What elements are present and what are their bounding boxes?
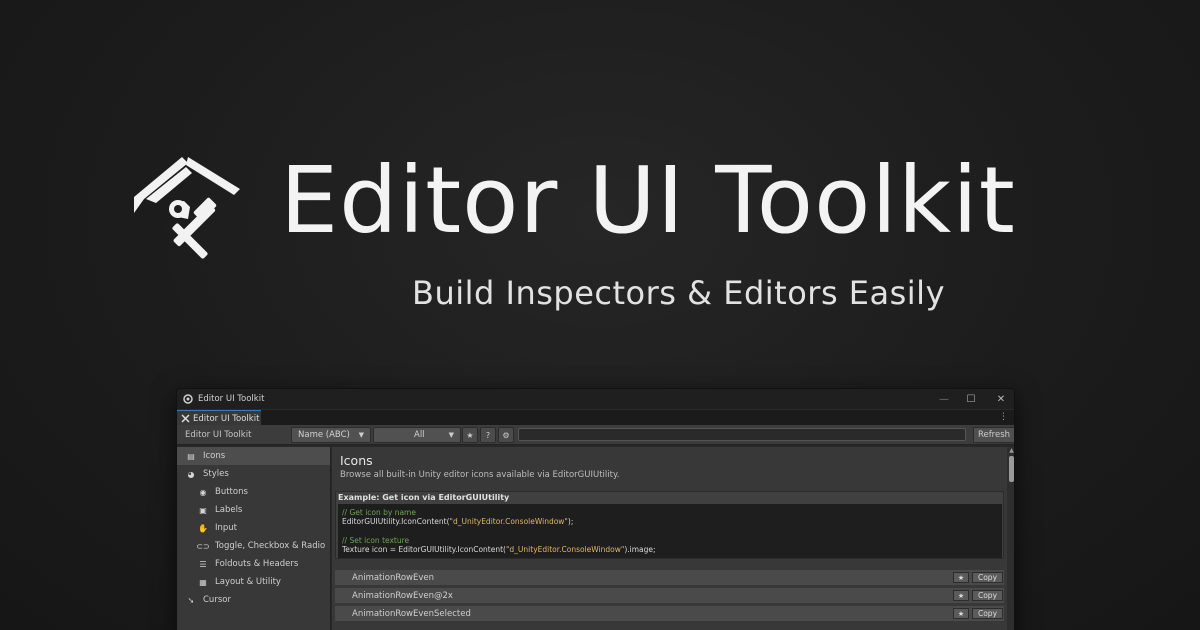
text-icon: ▣ (199, 505, 207, 515)
hero-title: Editor UI Toolkit (280, 147, 1016, 254)
window-title: Editor UI Toolkit (198, 394, 265, 404)
help-button[interactable]: ? (480, 427, 496, 443)
favorite-button[interactable]: ★ (953, 590, 969, 601)
code-text: ).image; (624, 545, 656, 555)
sidebar-item-styles[interactable]: ◕ Styles (177, 465, 330, 483)
sidebar-item-icons[interactable]: ▤ Icons (177, 447, 330, 465)
favorite-button[interactable]: ★ (953, 608, 969, 619)
favorites-button[interactable]: ★ (462, 427, 478, 443)
radio-icon: ◉ (199, 487, 207, 497)
window-titlebar: Editor UI Toolkit — ☐ ✕ (177, 389, 1014, 409)
icon-name: AnimationRowEven@2x (352, 590, 453, 601)
code-comment: // Set icon texture (342, 535, 410, 545)
code-line: EditorGUIUtility.IconContent("d_UnityEdi… (342, 517, 998, 526)
star-icon: ★ (466, 430, 474, 440)
toolkit-logo-icon (134, 157, 240, 259)
window-menu-icon[interactable]: ⋮ (999, 412, 1008, 422)
sidebar-item-layout[interactable]: ▦ Layout & Utility (177, 573, 330, 591)
icon-list-row[interactable]: AnimationRowEven@2x ★ Copy (335, 588, 1004, 603)
scroll-up-icon[interactable]: ▲ (1007, 447, 1014, 455)
scrollbar-thumb[interactable] (1009, 456, 1014, 482)
toolbar: Editor UI Toolkit Name (ABC) ▼ All ▼ ★ ?… (177, 425, 1014, 445)
icon-list-row[interactable]: AnimationRowEven ★ Copy (335, 570, 1004, 585)
sidebar-item-label: Layout & Utility (215, 577, 281, 587)
tab-bar: Editor UI Toolkit ⋮ (177, 409, 1014, 426)
code-text: Texture icon = EditorGUIUtility.IconCont… (342, 545, 506, 555)
example-heading: Example: Get icon via EditorGUIUtility (338, 493, 510, 502)
hero-subtitle: Build Inspectors & Editors Easily (412, 274, 945, 312)
code-comment: // Get icon by name (342, 508, 416, 517)
hand-icon: ✋ (198, 523, 208, 533)
copy-button[interactable]: Copy (972, 608, 1003, 619)
maximize-button[interactable]: ☐ (956, 389, 986, 409)
chevron-down-icon: ▼ (448, 431, 454, 439)
filter-dropdown[interactable]: All ▼ (373, 427, 461, 443)
editor-window: Editor UI Toolkit — ☐ ✕ Editor UI Toolki… (176, 388, 1015, 630)
copy-button[interactable]: Copy (972, 572, 1003, 583)
grid-icon: ▦ (199, 577, 207, 587)
sidebar-item-cursor[interactable]: ➘ Cursor (177, 591, 330, 609)
sidebar-item-label: Toggle, Checkbox & Radio (215, 541, 326, 551)
main-panel: Icons Browse all built-in Unity editor i… (332, 447, 1014, 630)
palette-icon: ◕ (187, 469, 195, 479)
search-input[interactable] (518, 428, 966, 441)
code-text: ); (567, 517, 574, 527)
sidebar-item-label: Cursor (203, 595, 231, 605)
sidebar-item-label: Styles (203, 469, 229, 479)
list-icon: ☰ (199, 559, 207, 569)
chevron-down-icon: ▼ (358, 431, 364, 439)
close-button[interactable]: ✕ (986, 389, 1014, 409)
sidebar-item-label: Icons (203, 451, 226, 461)
page-description: Browse all built-in Unity editor icons a… (340, 470, 620, 480)
code-text: EditorGUIUtility.IconContent( (342, 517, 450, 527)
icon-name: AnimationRowEvenSelected (352, 608, 471, 619)
filter-dropdown-value: All (414, 430, 425, 440)
tab-label: Editor UI Toolkit (193, 413, 260, 424)
tab-editor-ui-toolkit[interactable]: Editor UI Toolkit (177, 410, 261, 426)
sort-dropdown[interactable]: Name (ABC) ▼ (291, 427, 371, 443)
sidebar: ▤ Icons ◕ Styles ◉ Buttons ▣ Labels ✋ In… (177, 447, 331, 630)
help-icon: ? (485, 430, 491, 440)
toolbar-label: Editor UI Toolkit (185, 430, 252, 440)
sidebar-item-label: Buttons (215, 487, 248, 497)
code-line: Texture icon = EditorGUIUtility.IconCont… (342, 545, 998, 554)
toggle-icon: ⊂⊃ (196, 541, 210, 551)
sidebar-item-labels[interactable]: ▣ Labels (177, 501, 330, 519)
code-string: "d_UnityEditor.ConsoleWindow" (449, 517, 568, 527)
unity-app-icon (183, 394, 193, 404)
example-box: Example: Get icon via EditorGUIUtility /… (335, 491, 1004, 559)
icon-name: AnimationRowEven (352, 572, 435, 583)
icon-list-row[interactable]: AnimationRowEvenSelected ★ Copy (335, 606, 1004, 621)
cursor-icon: ➘ (187, 595, 195, 605)
refresh-button[interactable]: Refresh (973, 427, 1014, 443)
image-icon: ▤ (187, 451, 195, 461)
sidebar-item-foldouts[interactable]: ☰ Foldouts & Headers (177, 555, 330, 573)
tools-icon (181, 414, 190, 423)
minimize-button[interactable]: — (929, 389, 959, 409)
vertical-scrollbar[interactable]: ▲ (1007, 447, 1014, 630)
sort-dropdown-value: Name (ABC) (298, 430, 350, 440)
sidebar-item-label: Labels (215, 505, 243, 515)
sidebar-item-input[interactable]: ✋ Input (177, 519, 330, 537)
favorite-button[interactable]: ★ (953, 572, 969, 583)
code-snippet[interactable]: // Get icon by name EditorGUIUtility.Ico… (338, 504, 1002, 558)
sidebar-item-label: Foldouts & Headers (215, 559, 299, 569)
sidebar-item-buttons[interactable]: ◉ Buttons (177, 483, 330, 501)
gear-icon: ⚙ (502, 430, 510, 440)
settings-button[interactable]: ⚙ (498, 427, 514, 443)
sidebar-item-toggle[interactable]: ⊂⊃ Toggle, Checkbox & Radio (177, 537, 330, 555)
code-string: "d_UnityEditor.ConsoleWindow" (505, 545, 625, 555)
page-title: Icons (340, 453, 373, 468)
copy-button[interactable]: Copy (972, 590, 1003, 601)
sidebar-item-label: Input (215, 523, 238, 533)
